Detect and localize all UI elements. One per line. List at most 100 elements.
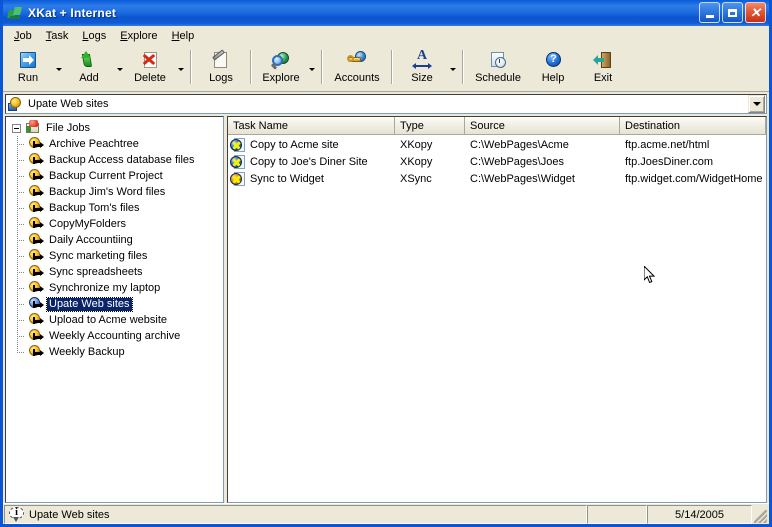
job-icon: [28, 152, 44, 168]
table-row[interactable]: Sync to Widget XSync C:\WebPages\Widget ftp…: [228, 170, 766, 187]
close-button[interactable]: ✕: [745, 2, 766, 23]
column-header-type[interactable]: Type: [395, 117, 465, 134]
size-dropdown-arrow[interactable]: [447, 47, 458, 89]
add-button[interactable]: Add: [64, 47, 114, 89]
window-title: XKat + Internet: [28, 6, 117, 20]
job-combobox-value: Upate Web sites: [28, 98, 109, 110]
toolbar-separator: [250, 50, 252, 84]
cell-type: XKopy: [400, 138, 433, 151]
tree-item-label: Weekly Backup: [49, 345, 125, 358]
tree-item[interactable]: Sync spreadsheets: [6, 264, 223, 280]
table-row[interactable]: Copy to Acme site XKopy C:\WebPages\Acme ft…: [228, 136, 766, 153]
tree-connector-stub: [17, 160, 24, 161]
tree-item-label: Upload to Acme website: [49, 313, 168, 326]
status-message: Upate Web sites: [29, 508, 110, 521]
tree-item[interactable]: CopyMyFolders: [6, 216, 223, 232]
toolbar: Run Add Delete Logs Explore Accounts A S…: [3, 45, 769, 92]
tree-item-label: Backup Jim's Word files: [49, 185, 166, 198]
tree-connector-stub: [17, 336, 24, 337]
tree-item[interactable]: Daily Accountiing: [6, 232, 223, 248]
size-button[interactable]: A Size: [397, 47, 447, 89]
exit-button[interactable]: Exit: [578, 47, 628, 89]
job-icon: [28, 312, 44, 328]
resize-grip-icon[interactable]: [752, 505, 768, 524]
tree-item-label: Synchronize my laptop: [49, 281, 161, 294]
maximize-button[interactable]: [722, 2, 743, 23]
job-icon: [28, 264, 44, 280]
job-selector-bar: Upate Web sites: [3, 92, 769, 116]
menu-item-logs[interactable]: Logs: [75, 28, 113, 44]
tree-item[interactable]: Synchronize my laptop: [6, 280, 223, 296]
task-xkopy-icon: [230, 137, 246, 153]
tree-item-label: Backup Tom's files: [49, 201, 140, 214]
tree-item[interactable]: Sync marketing files: [6, 248, 223, 264]
job-icon: [28, 184, 44, 200]
job-combobox[interactable]: Upate Web sites: [5, 94, 767, 114]
tree-item[interactable]: Backup Jim's Word files: [6, 184, 223, 200]
explore-icon: [270, 50, 292, 71]
tree-item-label: Backup Access database files: [49, 153, 195, 166]
tree-item[interactable]: Backup Access database files: [6, 152, 223, 168]
menu-item-task[interactable]: Task: [39, 28, 76, 44]
tree-item[interactable]: Backup Tom's files: [6, 200, 223, 216]
cell-source: C:\WebPages\Joes: [470, 155, 564, 168]
tree-item-label: CopyMyFolders: [49, 217, 127, 230]
menu-bar: Job Task Logs Explore Help: [3, 26, 769, 45]
tree-item[interactable]: Upload to Acme website: [6, 312, 223, 328]
cell-task-name: Copy to Acme site: [228, 137, 395, 153]
task-name-text: Copy to Joe's Diner Site: [250, 155, 368, 168]
delete-button[interactable]: Delete: [125, 47, 175, 89]
menu-item-job[interactable]: Job: [7, 28, 39, 44]
logs-button[interactable]: Logs: [196, 47, 246, 89]
table-row[interactable]: Copy to Joe's Diner Site XKopy C:\WebPages…: [228, 153, 766, 170]
app-icon: [7, 5, 23, 21]
toolbar-separator: [462, 50, 464, 84]
run-dropdown-arrow[interactable]: [53, 47, 64, 89]
column-header-task-name[interactable]: Task Name: [228, 117, 395, 134]
task-xsync-icon: [230, 171, 246, 187]
tree-item[interactable]: Upate Web sites: [6, 296, 223, 312]
tasks-list-body: Copy to Acme site XKopy C:\WebPages\Acme ft…: [228, 135, 766, 502]
collapse-expander-icon[interactable]: [12, 123, 21, 133]
tree-item[interactable]: Backup Current Project: [6, 168, 223, 184]
tree-connector-stub: [17, 176, 24, 177]
tree-connector-stub: [17, 256, 24, 257]
minimize-button[interactable]: [699, 2, 720, 23]
accounts-button[interactable]: Accounts: [327, 47, 387, 89]
close-icon: ✕: [750, 5, 761, 20]
schedule-button[interactable]: Schedule: [468, 47, 528, 89]
add-dropdown-arrow[interactable]: [114, 47, 125, 89]
help-button[interactable]: ? Help: [528, 47, 578, 89]
accounts-icon: [346, 50, 368, 71]
jobs-tree: File Jobs Archive Peachtree Backup Access…: [6, 117, 223, 360]
toolbar-separator: [190, 50, 192, 84]
cell-destination: ftp.JoesDiner.com: [625, 155, 714, 168]
tree-item[interactable]: Weekly Backup: [6, 344, 223, 360]
tree-connector-stub: [17, 240, 24, 241]
chevron-down-icon[interactable]: [748, 95, 765, 113]
delete-icon: [139, 50, 161, 71]
tree-connector-stub: [17, 192, 24, 193]
tree-root-file-jobs[interactable]: File Jobs: [6, 120, 223, 136]
job-icon: [8, 96, 24, 112]
jobs-tree-panel[interactable]: File Jobs Archive Peachtree Backup Access…: [5, 116, 224, 503]
explore-dropdown-arrow[interactable]: [306, 47, 317, 89]
column-header-destination[interactable]: Destination: [620, 117, 766, 134]
tree-item[interactable]: Archive Peachtree: [6, 136, 223, 152]
list-column-header: Task Name Type Source Destination: [228, 117, 766, 135]
delete-dropdown-arrow[interactable]: [175, 47, 186, 89]
status-date: 5/14/2005: [647, 505, 752, 524]
column-header-source[interactable]: Source: [465, 117, 620, 134]
tree-item[interactable]: Weekly Accounting archive: [6, 328, 223, 344]
tasks-list-panel[interactable]: Task Name Type Source Destination Copy t…: [227, 116, 767, 503]
tree-connector-stub: [17, 208, 24, 209]
tree-connector-stub: [17, 272, 24, 273]
task-name-text: Sync to Widget: [250, 172, 324, 185]
menu-item-help[interactable]: Help: [165, 28, 202, 44]
explore-button[interactable]: Explore: [256, 47, 306, 89]
title-bar[interactable]: XKat + Internet ✕: [3, 0, 769, 26]
run-button[interactable]: Run: [3, 47, 53, 89]
main-content: File Jobs Archive Peachtree Backup Access…: [3, 116, 769, 503]
file-jobs-icon: [25, 120, 41, 136]
menu-item-explore[interactable]: Explore: [113, 28, 164, 44]
